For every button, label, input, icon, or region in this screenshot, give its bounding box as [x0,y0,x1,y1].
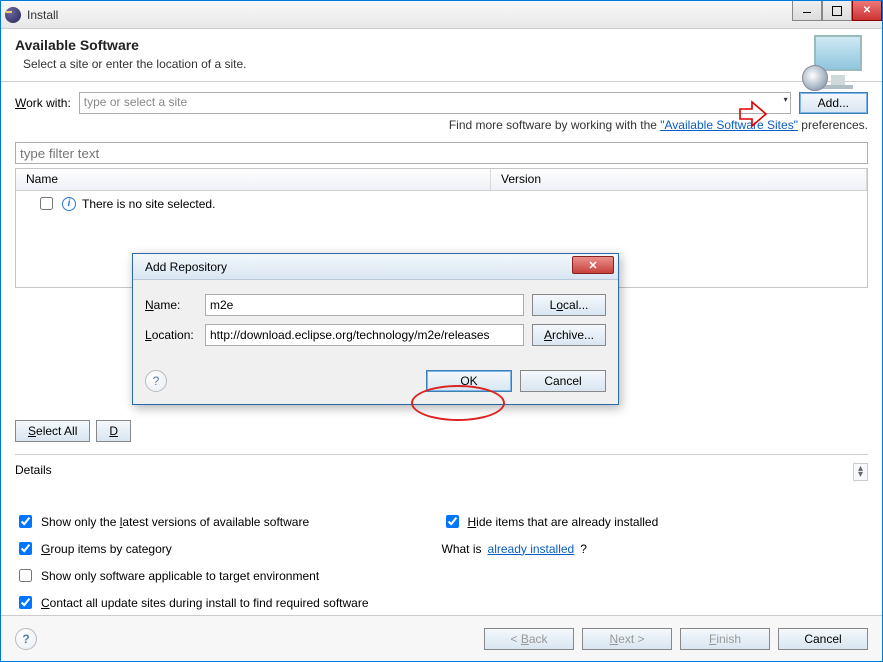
filter-input[interactable] [15,142,868,164]
hide-installed-checkbox[interactable] [446,515,459,528]
contact-sites-checkbox[interactable] [19,596,32,609]
empty-message: There is no site selected. [82,197,215,211]
modal-cancel-button[interactable]: Cancel [520,370,606,392]
hint-text: Find more software by working with the "… [15,118,868,132]
name-input[interactable] [205,294,524,316]
opt-contact-sites[interactable]: Contact all update sites during install … [15,593,868,612]
work-with-combo[interactable]: type or select a site ▾ [79,92,791,114]
wizard-banner: Available Software Select a site or ente… [1,29,882,82]
next-button[interactable]: Next > [582,628,672,650]
archive-button[interactable]: Archive... [532,324,606,346]
deselect-all-button[interactable]: D [96,420,131,442]
banner-heading: Available Software [15,37,868,53]
table-header: Name Version [16,169,867,191]
add-button[interactable]: Add... [799,92,868,114]
column-name[interactable]: Name [16,169,491,190]
modal-close-button[interactable]: ✕ [572,256,614,274]
minimize-button[interactable] [792,1,822,21]
already-installed-link[interactable]: already installed [488,542,575,556]
back-button[interactable]: < Back [484,628,574,650]
dropdown-arrow-icon[interactable]: ▾ [784,95,788,104]
column-version[interactable]: Version [491,169,867,190]
help-icon[interactable]: ? [15,628,37,650]
what-is-installed: What is already installed ? [442,539,869,558]
name-label: Name: [145,298,205,312]
window-titlebar: Install [1,1,882,29]
finish-button[interactable]: Finish [680,628,770,650]
row-checkbox[interactable] [40,197,53,210]
ok-button[interactable]: OK [426,370,512,392]
opt-group-category[interactable]: Group items by category [15,539,442,558]
close-button[interactable] [852,1,882,21]
info-icon: i [62,197,76,211]
work-with-label: Work with: [15,96,71,110]
details-section: Details ▴▾ [15,454,868,477]
modal-titlebar: Add Repository ✕ [133,254,618,280]
details-toggle-icon[interactable]: ▴▾ [853,463,868,481]
modal-help-icon[interactable]: ? [145,370,167,392]
options-grid: Show only the latest versions of availab… [15,512,868,612]
opt-applicable-target[interactable]: Show only software applicable to target … [15,566,442,585]
opt-hide-installed[interactable]: Hide items that are already installed [442,512,869,531]
applicable-target-checkbox[interactable] [19,569,32,582]
maximize-button[interactable] [822,1,852,21]
details-label: Details [15,463,52,477]
window-title: Install [27,8,58,22]
location-input[interactable] [205,324,524,346]
add-repository-dialog: Add Repository ✕ Name: Local... Location… [132,253,619,405]
modal-title: Add Repository [145,260,227,274]
local-button[interactable]: Local... [532,294,606,316]
table-row: i There is no site selected. [16,191,867,216]
group-category-checkbox[interactable] [19,542,32,555]
opt-show-latest[interactable]: Show only the latest versions of availab… [15,512,442,531]
work-with-placeholder: type or select a site [84,95,187,109]
location-label: Location: [145,328,205,342]
window-controls [792,1,882,21]
banner-subtitle: Select a site or enter the location of a… [23,57,868,71]
available-sites-link[interactable]: "Available Software Sites" [660,118,798,132]
wizard-footer: ? < Back Next > Finish Cancel [1,615,882,661]
cancel-button[interactable]: Cancel [778,628,868,650]
eclipse-icon [5,7,21,23]
show-latest-checkbox[interactable] [19,515,32,528]
select-all-button[interactable]: Select All [15,420,90,442]
